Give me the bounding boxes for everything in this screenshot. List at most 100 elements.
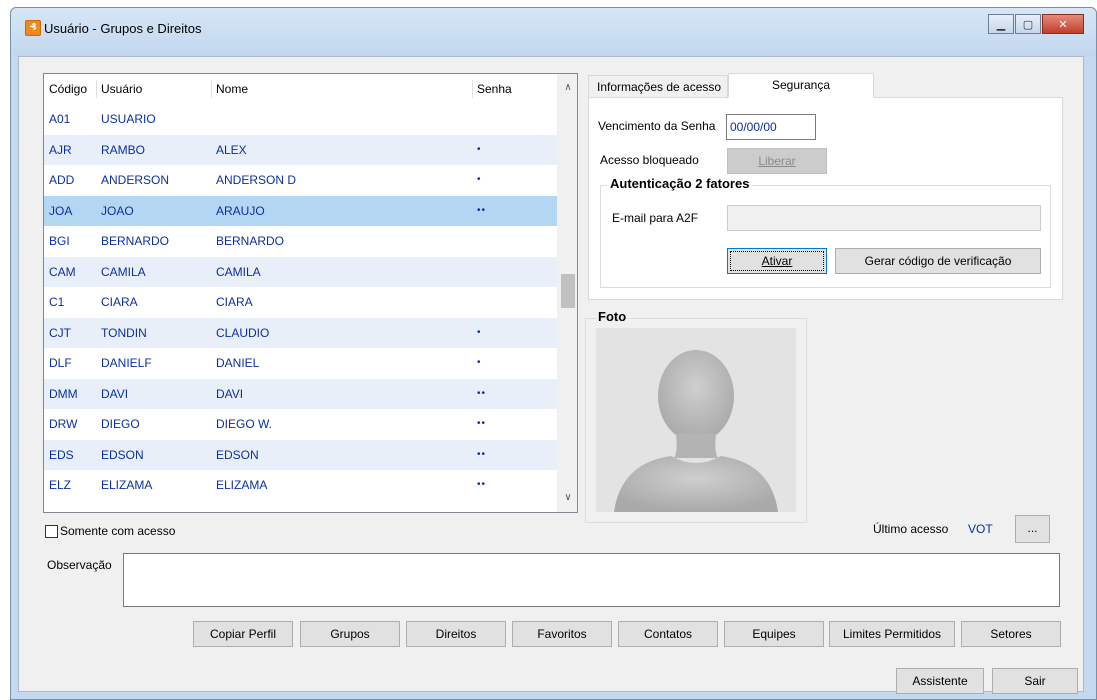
scroll-up-icon[interactable]: ∧ [558,78,577,98]
cell-senha: •• [477,479,487,490]
observacao-textarea[interactable] [123,553,1060,607]
email-a2f-label: E-mail para A2F [612,211,699,225]
copiar-perfil-button[interactable]: Copiar Perfil [193,621,293,647]
column-header-senha[interactable]: Senha [477,74,512,104]
column-divider[interactable] [211,80,212,98]
table-row[interactable]: C1 CIARA CIARA [44,287,557,318]
cell-usuario: DANIELF [101,356,152,370]
ativar-button-label: Ativar [761,254,793,268]
minimize-icon[interactable]: ▁ [988,14,1014,34]
ultimo-acesso-button[interactable]: ... [1015,515,1050,543]
cell-usuario: EDSON [101,447,144,462]
table-row[interactable]: DLF DANIELF DANIEL • [44,348,557,379]
title-bar[interactable]: ₰ Usuário - Grupos e Direitos ▁ ▢ ✕ [11,8,1096,56]
cell-senha: • [477,143,482,155]
somente-com-acesso-checkbox[interactable]: Somente com acesso [45,524,175,538]
avatar-placeholder-icon [614,350,778,512]
cell-codigo: BGI [49,234,70,248]
close-icon[interactable]: ✕ [1042,14,1084,34]
cell-nome: CIARA [216,295,253,309]
favoritos-button[interactable]: Favoritos [512,621,612,647]
cell-nome: CLAUDIO [216,325,270,340]
contatos-button[interactable]: Contatos [618,621,718,647]
grid-header: Código Usuário Nome Senha [44,74,557,104]
vencimento-senha-input[interactable]: 00/00/00 [726,114,816,140]
vencimento-senha-label: Vencimento da Senha [598,119,716,133]
direitos-button[interactable]: Direitos [406,621,506,647]
table-row[interactable]: DMM DAVI DAVI •• [44,378,557,409]
maximize-icon[interactable]: ▢ [1015,14,1041,34]
column-divider[interactable] [96,80,97,98]
acesso-bloqueado-label: Acesso bloqueado [600,153,699,167]
cell-usuario: BERNARDO [101,234,170,248]
ativar-button[interactable]: Ativar [727,248,827,274]
sair-button[interactable]: Sair [992,668,1078,694]
cell-usuario: ANDERSON [101,173,170,187]
table-row[interactable]: A01 USUARIO [44,104,557,135]
cell-codigo: AJR [49,142,72,157]
column-header-usuario[interactable]: Usuário [101,74,142,104]
cell-usuario: DIEGO [101,417,140,431]
cell-codigo: EDS [49,447,74,462]
cell-codigo: JOA [49,203,73,218]
email-a2f-input[interactable] [727,205,1041,231]
table-row[interactable]: ELZ ELIZAMA ELIZAMA •• [44,470,557,501]
cell-codigo: DMM [49,386,78,401]
cell-nome: DAVI [216,386,244,401]
user-photo[interactable] [596,328,796,512]
window-controls: ▁ ▢ ✕ [987,14,1084,34]
cell-nome: ELIZAMA [216,478,268,492]
cell-nome: CAMILA [216,264,261,279]
cell-nome: BERNARDO [216,234,285,248]
ultimo-acesso-value: VOT [968,522,993,536]
limites-permitidos-button[interactable]: Limites Permitidos [829,621,955,647]
column-divider[interactable] [472,80,473,98]
column-header-codigo[interactable]: Código [49,74,87,104]
table-row[interactable]: ADD ANDERSON ANDERSON D • [44,165,557,196]
checkbox-box[interactable] [45,524,58,538]
table-row[interactable]: DRW DIEGO DIEGO W. •• [44,409,557,440]
cell-usuario: CAMILA [101,264,146,279]
window-title: Usuário - Grupos e Direitos [44,21,202,36]
cell-usuario: USUARIO [101,112,156,126]
table-row[interactable]: JOA JOAO ARAUJO •• [44,195,557,226]
cell-nome: ARAUJO [216,203,265,218]
grid-rows: A01 USUARIO AJR RAMBO ALEX • ADD ANDERSON ANDERS… [44,104,557,501]
tab-seguranca[interactable]: Segurança [728,73,874,98]
cell-codigo: ELZ [49,478,72,492]
table-row[interactable]: AJR RAMBO ALEX • [44,134,557,165]
setores-button[interactable]: Setores [961,621,1061,647]
column-header-nome[interactable]: Nome [216,74,248,104]
table-row[interactable]: CJT TONDIN CLAUDIO • [44,317,557,348]
cell-usuario: ELIZAMA [101,478,153,492]
grupos-button[interactable]: Grupos [300,621,400,647]
app-logo-icon: ₰ [25,20,41,36]
cell-codigo: CJT [49,325,71,340]
equipes-button[interactable]: Equipes [724,621,824,647]
cell-senha: • [477,357,482,368]
liberar-button[interactable]: Liberar [727,148,827,174]
cell-usuario: RAMBO [101,142,146,157]
cell-nome: DANIEL [216,356,260,370]
gerar-codigo-button[interactable]: Gerar código de verificação [835,248,1041,274]
checkbox-label: Somente com acesso [60,524,176,538]
scroll-thumb[interactable] [561,274,575,308]
cell-nome: EDSON [216,447,259,462]
cell-senha: • [477,326,482,338]
cell-nome: ANDERSON D [216,173,297,187]
assistente-button[interactable]: Assistente [896,668,984,694]
table-row[interactable]: BGI BERNARDO BERNARDO [44,226,557,257]
cell-codigo: CAM [49,264,76,279]
scroll-down-icon[interactable]: ∨ [558,488,577,508]
table-row[interactable]: CAM CAMILA CAMILA [44,256,557,287]
cell-usuario: TONDIN [101,325,147,340]
users-grid[interactable]: Código Usuário Nome Senha A01 USUARIO AJR R… [43,73,578,513]
tab-informacoes-acesso[interactable]: Informações de acesso [588,75,728,99]
grid-scrollbar[interactable]: ∧ ∨ [557,74,577,512]
cell-codigo: C1 [49,295,65,309]
cell-senha: •• [477,387,487,399]
cell-codigo: DLF [49,356,72,370]
table-row[interactable]: EDS EDSON EDSON •• [44,439,557,470]
cell-usuario: DAVI [101,386,129,401]
cell-nome: ALEX [216,142,247,157]
